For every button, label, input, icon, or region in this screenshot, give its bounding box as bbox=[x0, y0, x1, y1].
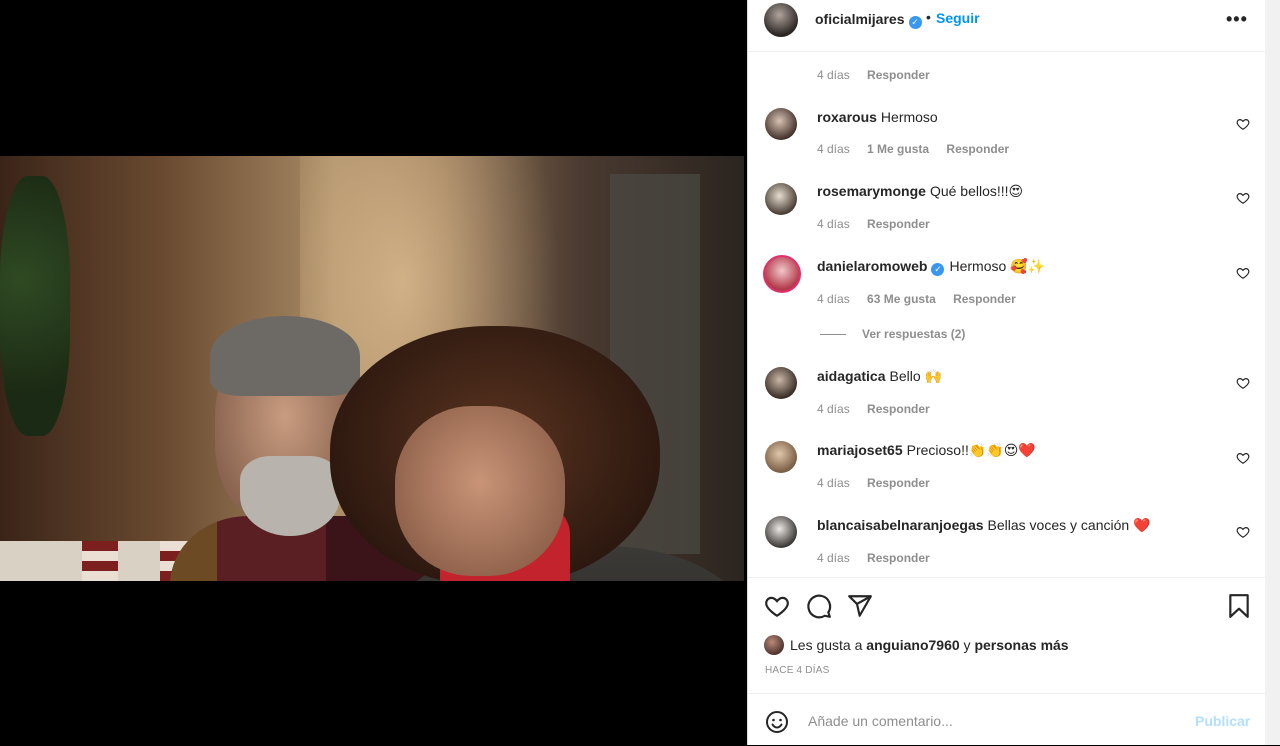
dot-separator: • bbox=[926, 9, 931, 25]
comment-likes[interactable]: 1 Me gusta bbox=[867, 142, 929, 156]
bookmark-icon[interactable] bbox=[1226, 593, 1252, 619]
post-actions: Les gusta a anguiano7960 y personas más … bbox=[748, 577, 1266, 694]
commenter-avatar[interactable] bbox=[765, 108, 797, 140]
video-scene-man-hair bbox=[210, 316, 360, 396]
comment-text: Bello 🙌 bbox=[889, 368, 942, 384]
comment-time[interactable]: 4 días bbox=[817, 217, 850, 231]
liker-avatar[interactable] bbox=[764, 635, 784, 655]
comment-body: roxarous Hermoso bbox=[817, 109, 938, 125]
comment-meta: 4 días Responder bbox=[817, 217, 944, 231]
add-comment-bar: Publicar bbox=[748, 693, 1266, 746]
comment-text: Hermoso bbox=[880, 109, 938, 125]
comment-icon[interactable] bbox=[806, 593, 832, 619]
comment-time[interactable]: 4 días bbox=[817, 402, 850, 416]
comment-username[interactable]: rosemarymonge bbox=[817, 183, 926, 199]
video-player[interactable] bbox=[0, 156, 744, 581]
heart-icon[interactable] bbox=[1236, 451, 1250, 465]
author-username[interactable]: oficialmijares ✓ bbox=[815, 11, 922, 29]
author-username-text[interactable]: oficialmijares bbox=[815, 11, 905, 27]
heart-icon[interactable] bbox=[1236, 376, 1250, 390]
comment-text: Hermoso 🥰✨ bbox=[949, 258, 1046, 274]
verified-badge-icon: ✓ bbox=[908, 16, 922, 29]
comment-time[interactable]: 4 días bbox=[817, 142, 850, 156]
commenter-avatar[interactable] bbox=[763, 255, 801, 293]
post-timestamp[interactable]: HACE 4 DÍAS bbox=[765, 665, 829, 676]
post-header: oficialmijares ✓ • Seguir ••• bbox=[748, 0, 1266, 52]
comment-time[interactable]: 4 días bbox=[817, 476, 850, 490]
comment-meta: 4 días 1 Me gusta Responder bbox=[817, 142, 1023, 156]
post-sidebar: oficialmijares ✓ • Seguir ••• 4 días Resp… bbox=[747, 0, 1266, 745]
comment-body: danielaromoweb ✓ Hermoso 🥰✨ bbox=[817, 258, 1045, 276]
comment-meta: 4 días 63 Me gusta Responder bbox=[817, 292, 1030, 306]
comment-time[interactable]: 4 días bbox=[817, 551, 850, 565]
comment-username[interactable]: roxarous bbox=[817, 109, 877, 125]
comment-input[interactable] bbox=[806, 709, 1180, 733]
likes-summary: Les gusta a anguiano7960 y personas más bbox=[764, 635, 1069, 655]
comment-meta: 4 días Responder bbox=[817, 551, 944, 565]
comment-meta: 4 días Responder bbox=[817, 68, 944, 82]
follow-button[interactable]: Seguir bbox=[936, 10, 980, 26]
likes-prefix: Les gusta a bbox=[790, 637, 863, 653]
reply-button[interactable]: Responder bbox=[867, 402, 930, 416]
video-scene-stocking bbox=[82, 541, 118, 581]
share-icon[interactable] bbox=[847, 593, 873, 619]
comment-body: mariajoset65 Precioso!!👏👏😍❤️ bbox=[817, 442, 1036, 459]
comment-username[interactable]: mariajoset65 bbox=[817, 442, 903, 458]
comment-text: Precioso!!👏👏😍❤️ bbox=[906, 442, 1036, 458]
commenter-avatar[interactable] bbox=[765, 441, 797, 473]
author-avatar[interactable] bbox=[764, 3, 798, 37]
comment-username[interactable]: aidagatica bbox=[817, 368, 885, 384]
comment-meta: 4 días Responder bbox=[817, 476, 944, 490]
commenter-avatar[interactable] bbox=[765, 367, 797, 399]
video-scene-woman-face bbox=[395, 406, 565, 576]
video-scene-tree bbox=[0, 176, 70, 436]
reply-button[interactable]: Responder bbox=[867, 68, 930, 82]
replies-line bbox=[820, 334, 846, 336]
page-scrollbar[interactable] bbox=[1265, 0, 1280, 745]
comment-text: Qué bellos!!!😍 bbox=[929, 183, 1024, 199]
view-replies-label[interactable]: Ver respuestas (2) bbox=[862, 327, 965, 341]
comment-time[interactable]: 4 días bbox=[817, 68, 850, 82]
post-media bbox=[0, 0, 747, 745]
comment-body: rosemarymonge Qué bellos!!!😍 bbox=[817, 183, 1023, 200]
reply-button[interactable]: Responder bbox=[867, 217, 930, 231]
comment-body: aidagatica Bello 🙌 bbox=[817, 368, 942, 385]
verified-badge-icon: ✓ bbox=[931, 263, 945, 276]
video-scene-man-beard bbox=[240, 456, 340, 536]
heart-icon[interactable] bbox=[1236, 191, 1250, 205]
heart-icon[interactable] bbox=[1236, 117, 1250, 131]
more-options-icon[interactable]: ••• bbox=[1226, 9, 1248, 30]
comment-likes[interactable]: 63 Me gusta bbox=[867, 292, 936, 306]
comment-username[interactable]: danielaromoweb bbox=[817, 258, 927, 274]
commenter-avatar[interactable] bbox=[765, 183, 797, 215]
publish-button[interactable]: Publicar bbox=[1195, 713, 1250, 729]
comment-text: Bellas voces y canción ❤️ bbox=[987, 517, 1151, 533]
emoji-icon[interactable] bbox=[765, 710, 789, 734]
heart-icon[interactable] bbox=[764, 593, 790, 619]
commenter-avatar[interactable] bbox=[765, 516, 797, 548]
liker-username[interactable]: anguiano7960 bbox=[866, 637, 959, 653]
comment-body: blancaisabelnaranjoegas Bellas voces y ca… bbox=[817, 517, 1150, 534]
likes-others[interactable]: personas más bbox=[974, 637, 1068, 653]
comments-list[interactable]: 4 días Responder roxarous Hermoso 4 días … bbox=[748, 51, 1266, 577]
likes-and: y bbox=[963, 637, 971, 653]
comment-meta: 4 días Responder bbox=[817, 402, 944, 416]
reply-button[interactable]: Responder bbox=[946, 142, 1009, 156]
comment-username[interactable]: blancaisabelnaranjoegas bbox=[817, 517, 984, 533]
comment-time[interactable]: 4 días bbox=[817, 292, 850, 306]
view-replies-button[interactable]: Ver respuestas (2) bbox=[820, 327, 965, 341]
reply-button[interactable]: Responder bbox=[867, 551, 930, 565]
reply-button[interactable]: Responder bbox=[867, 476, 930, 490]
heart-icon[interactable] bbox=[1236, 525, 1250, 539]
reply-button[interactable]: Responder bbox=[953, 292, 1016, 306]
heart-icon[interactable] bbox=[1236, 266, 1250, 280]
